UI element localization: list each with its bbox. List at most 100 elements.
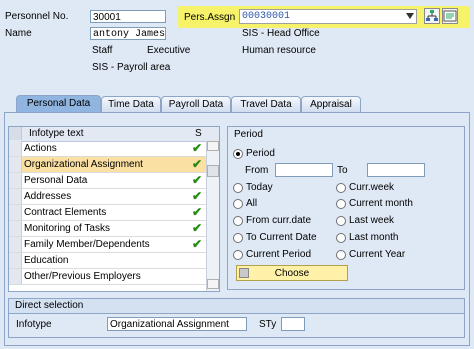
radio-current-month[interactable] — [336, 199, 346, 209]
row-selector[interactable] — [9, 221, 22, 236]
pers-assgn-value: 00030001 — [242, 11, 291, 22]
period-title: Period — [234, 129, 263, 140]
radio-current-year[interactable] — [336, 250, 346, 260]
name-label: Name — [5, 28, 32, 39]
radio-all[interactable] — [233, 199, 243, 209]
info-human-resource: Human resource — [242, 45, 316, 56]
table-row[interactable]: Actions ✔ — [9, 141, 219, 157]
scroll-thumb[interactable] — [207, 165, 219, 177]
dropdown-arrow-icon[interactable] — [406, 13, 414, 19]
row-selector[interactable] — [9, 269, 22, 284]
row-text: Family Member/Dependents — [24, 239, 150, 250]
radio-to-current-date-label: To Current Date — [246, 232, 317, 243]
radio-curr-week[interactable] — [336, 183, 346, 193]
sty-label: STy — [259, 319, 277, 330]
table-row[interactable]: Contract Elements ✔ — [9, 205, 219, 221]
row-selector[interactable] — [9, 253, 22, 268]
check-icon: ✔ — [192, 205, 203, 219]
table-row[interactable]: Personal Data ✔ — [9, 173, 219, 189]
check-icon: ✔ — [192, 237, 203, 251]
info-sis-head-office: SIS - Head Office — [242, 28, 320, 39]
infotype-field[interactable]: Organizational Assignment — [107, 317, 247, 331]
row-selector[interactable] — [9, 237, 22, 252]
radio-last-week[interactable] — [336, 216, 346, 226]
overview-icon[interactable] — [442, 8, 458, 24]
infotype-label: Infotype — [16, 319, 52, 330]
table-row[interactable]: Addresses ✔ — [9, 189, 219, 205]
row-text: Other/Previous Employers — [24, 271, 141, 282]
tab-personal-data[interactable]: Personal Data — [16, 95, 101, 113]
row-selector[interactable] — [9, 173, 22, 188]
radio-from-curr-date-label: From curr.date — [246, 215, 312, 226]
radio-current-period[interactable] — [233, 250, 243, 260]
row-selector[interactable] — [9, 157, 22, 172]
table-row[interactable]: Family Member/Dependents ✔ — [9, 237, 219, 253]
tab-appraisal[interactable]: Appraisal — [301, 96, 361, 113]
radio-current-year-label: Current Year — [349, 249, 406, 260]
from-label: From — [245, 165, 269, 176]
row-selector[interactable] — [9, 141, 22, 156]
table-row-selected[interactable]: Organizational Assignment ✔ — [9, 157, 219, 173]
to-date-field[interactable] — [367, 163, 425, 177]
radio-last-month[interactable] — [336, 233, 346, 243]
choose-label: Choose — [274, 268, 310, 279]
radio-period[interactable] — [233, 149, 243, 159]
row-selector[interactable] — [9, 189, 22, 204]
tab-label: Payroll Data — [168, 99, 224, 110]
personnel-no-field[interactable]: 30001 — [90, 10, 166, 23]
check-icon: ✔ — [192, 221, 203, 235]
radio-from-curr-date[interactable] — [233, 216, 243, 226]
infotype-table: Infotype text S Actions ✔ Organizational … — [8, 126, 220, 292]
check-icon: ✔ — [192, 189, 203, 203]
org-structure-icon[interactable] — [424, 8, 440, 24]
check-icon: ✔ — [192, 157, 203, 171]
pers-assgn-label: Pers.Assgn — [184, 12, 236, 23]
tab-label: Time Data — [108, 99, 154, 110]
scroll-down-icon[interactable] — [207, 279, 219, 289]
tab-time-data[interactable]: Time Data — [101, 96, 161, 113]
radio-last-month-label: Last month — [349, 232, 399, 243]
info-executive: Executive — [147, 45, 191, 56]
tab-label: Appraisal — [310, 99, 352, 110]
radio-last-week-label: Last week — [349, 215, 395, 226]
row-text: Contract Elements — [24, 207, 107, 218]
pers-assgn-dropdown[interactable]: 00030001 — [239, 9, 417, 24]
radio-today-label: Today — [246, 182, 273, 193]
tab-label: Personal Data — [26, 98, 91, 109]
tab-payroll-data[interactable]: Payroll Data — [161, 96, 231, 113]
info-staff: Staff — [92, 45, 113, 56]
radio-today[interactable] — [233, 183, 243, 193]
row-text: Actions — [24, 143, 57, 154]
radio-period-label: Period — [246, 148, 275, 159]
personnel-no-label: Personnel No. — [5, 11, 69, 22]
sty-field[interactable] — [281, 317, 305, 331]
check-icon: ✔ — [192, 141, 203, 155]
info-sis-payroll-area: SIS - Payroll area — [92, 62, 171, 73]
direct-selection-header: Direct selection — [9, 299, 464, 314]
radio-current-period-label: Current Period — [246, 249, 312, 260]
col-s[interactable]: S — [195, 128, 202, 139]
col-infotype-text[interactable]: Infotype text — [29, 128, 83, 139]
table-scrollbar[interactable] — [206, 141, 219, 291]
radio-all-label: All — [246, 198, 258, 209]
to-label: To — [337, 165, 348, 176]
tab-label: Travel Data — [240, 99, 292, 110]
select-all-cell[interactable] — [9, 127, 22, 140]
direct-selection-title: Direct selection — [15, 300, 84, 311]
radio-current-month-label: Current month — [349, 198, 413, 209]
row-selector[interactable] — [9, 205, 22, 220]
radio-to-current-date[interactable] — [233, 233, 243, 243]
choose-button[interactable]: Choose — [236, 265, 348, 281]
table-header: Infotype text S — [9, 127, 219, 142]
scroll-up-icon[interactable] — [207, 141, 219, 151]
table-row[interactable]: Monitoring of Tasks ✔ — [9, 221, 219, 237]
table-row[interactable]: Education — [9, 253, 219, 269]
row-text: Addresses — [24, 191, 72, 202]
table-row[interactable]: Other/Previous Employers — [9, 269, 219, 285]
name-field: antony James — [90, 27, 166, 40]
from-date-field[interactable] — [275, 163, 333, 177]
row-text: Organizational Assignment — [24, 159, 143, 170]
check-icon: ✔ — [192, 173, 203, 187]
tab-travel-data[interactable]: Travel Data — [231, 96, 301, 113]
row-text: Monitoring of Tasks — [24, 223, 110, 234]
